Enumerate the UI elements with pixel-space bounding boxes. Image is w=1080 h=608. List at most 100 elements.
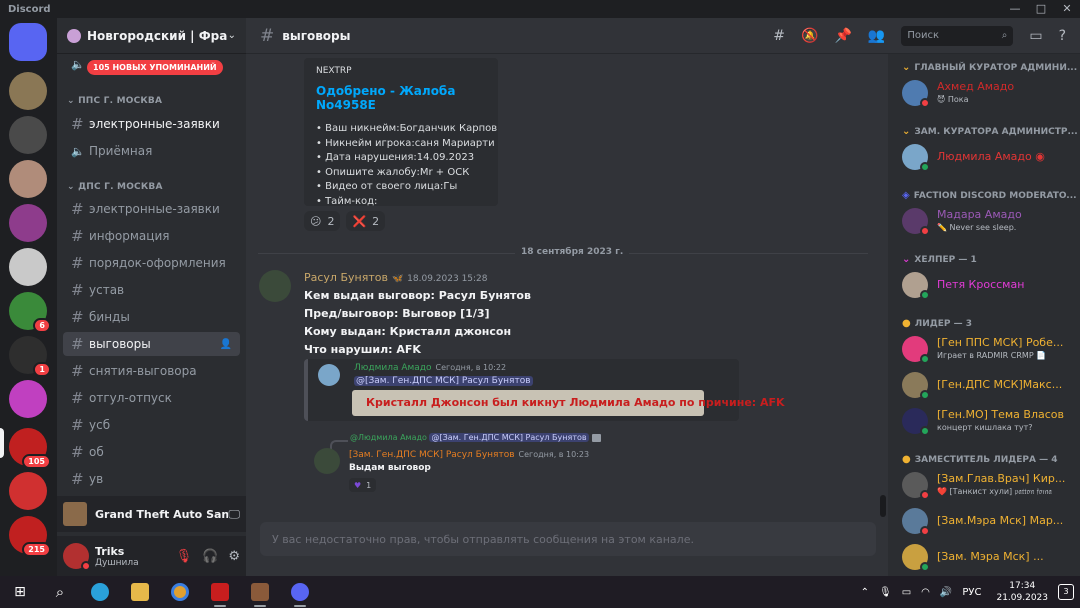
minimize-button[interactable]: — (1002, 0, 1028, 18)
member-item[interactable]: [Ген.МО] Тема Власов концерт кишлака тут? (902, 404, 1074, 438)
member-group-header: ● ЛИДЕР — 3 (902, 318, 972, 329)
battery-icon[interactable]: ▭ (902, 587, 911, 598)
member-item[interactable]: Петя Кроссман (902, 268, 1074, 302)
user-names[interactable]: Triks Душнила (95, 545, 166, 568)
server-icon[interactable] (9, 380, 47, 418)
discord-icon[interactable] (280, 576, 320, 608)
guild-header[interactable]: Новгородский | Фра... ⌄ (57, 18, 246, 54)
reply-reference[interactable]: @Людмила Амадо @[Зам. Ген.ДПС МСК] Расул… (350, 433, 601, 442)
embed-provider: NEXTRP (316, 66, 352, 76)
windows-start-icon[interactable]: ⊞ (0, 576, 40, 608)
server-icon[interactable]: 215 (9, 516, 51, 557)
channel-pps-0[interactable]: # электронные-заявки (63, 112, 240, 136)
clock-time: 17:34 (1009, 581, 1036, 591)
chrome-icon[interactable] (160, 576, 200, 608)
server-icon[interactable] (9, 160, 47, 198)
file-explorer-icon[interactable] (120, 576, 160, 608)
date-divider: 18 сентября 2023 г. (258, 247, 868, 257)
server-icon[interactable] (9, 204, 47, 242)
inbox-icon[interactable]: ▭ (1029, 28, 1042, 44)
screen-share-icon[interactable]: 🖵 (228, 507, 240, 522)
member-item[interactable]: [Ген.ДПС МСК]Макс... (902, 368, 1074, 402)
message-author[interactable]: Расул Бунятов (304, 271, 388, 284)
game-icon (63, 502, 87, 526)
channel-dps-7[interactable]: # отгул-отпуск (63, 386, 240, 410)
mute-icon[interactable]: 🎙 (176, 549, 193, 564)
new-mentions-pill[interactable]: 105 НОВЫХ УПОМИНАНИЙ (87, 60, 223, 75)
volume-icon[interactable]: 🔊 (940, 587, 952, 598)
server-icon[interactable] (9, 248, 47, 286)
user-mention[interactable]: @[Зам. Ген.ДПС МСК] Расул Бунятов (354, 376, 533, 386)
category-pps[interactable]: ⌄ ППС Г. МОСКВА (67, 96, 162, 106)
reaction-heart[interactable]: ♥ 1 (349, 478, 377, 492)
channel-dps-5[interactable]: # выговоры 👤 (63, 332, 240, 356)
clock[interactable]: 17:34 21.09.2023 (996, 580, 1048, 604)
server-icon-image (9, 72, 47, 110)
avatar[interactable] (259, 270, 291, 302)
member-item[interactable]: Людмила Амадо ◉ (902, 140, 1074, 174)
member-item[interactable]: [Зам.Мэра Мск] Мар... (902, 504, 1074, 538)
mention-badge: 1 (33, 362, 51, 377)
chat-scrollbar[interactable] (880, 495, 886, 517)
screenshot-image[interactable]: Кристалл Джонсон был кикнут Людмила Амад… (352, 390, 785, 416)
member-item[interactable]: [Ген ППС МСК] Робе... Играет в RADMIR CRM… (902, 332, 1074, 366)
reaction-cross[interactable]: ❌ 2 (346, 211, 386, 231)
notification-bell-icon[interactable]: 🔕 (801, 28, 818, 44)
member-name: Мадара Амадо (937, 208, 1022, 221)
channel-pps-1[interactable]: 🔈 Приёмная (63, 139, 240, 163)
hash-icon: # (71, 389, 84, 407)
mention-badge: 215 (22, 542, 51, 557)
channel-dps-1[interactable]: # информация (63, 224, 240, 248)
gear-icon[interactable]: ⚙ (228, 549, 240, 564)
server-icon[interactable]: 105 (9, 428, 51, 469)
discord-home-icon[interactable] (9, 23, 47, 61)
member-item[interactable]: Ахмед Амадо 😈 Пока (902, 76, 1074, 110)
close-button[interactable]: ✕ (1054, 0, 1080, 18)
avatar[interactable] (63, 543, 91, 571)
search-icon[interactable]: ⌕ (40, 576, 80, 608)
member-name: Людмила Амадо ◉ (937, 150, 1045, 163)
member-item[interactable]: [Зам. Мэра Мск] ... (902, 540, 1074, 574)
language-indicator[interactable]: РУС (962, 587, 981, 598)
microphone-icon[interactable]: 🎙 (879, 587, 892, 598)
wifi-icon[interactable]: ◠ (921, 587, 930, 598)
channel-dps-10[interactable]: # ув (63, 467, 240, 491)
server-icon[interactable] (9, 72, 47, 110)
channel-dps-9[interactable]: # об (63, 440, 240, 464)
telegram-icon[interactable] (80, 576, 120, 608)
channel-dps-2[interactable]: # порядок-оформления (63, 251, 240, 275)
gta-icon[interactable] (240, 576, 280, 608)
server-selected-indicator (0, 428, 4, 458)
server-icon[interactable] (9, 472, 47, 510)
server-icon[interactable]: 6 (9, 292, 51, 333)
channel-dps-6[interactable]: # снятия-выговора (63, 359, 240, 383)
category-dps[interactable]: ⌄ ДПС Г. МОСКВА (67, 182, 163, 192)
embed-field: • Видео от своего лица:Гы (316, 181, 458, 192)
reaction-confused[interactable]: 😕 2 (304, 211, 341, 231)
notification-center-icon[interactable]: 3 (1058, 584, 1074, 600)
embed-title[interactable]: Одобрено - Жалоба No4958E (316, 84, 486, 112)
pin-icon[interactable]: 📌 (834, 28, 851, 44)
activity-panel[interactable]: Grand Theft Auto San ... 🖵 (57, 496, 246, 532)
reaction-emoji: ❌ (352, 214, 367, 228)
channel-dps-8[interactable]: # усб (63, 413, 240, 437)
avatar[interactable] (314, 448, 340, 474)
attached-message-preview[interactable]: Людмила Амадо Сегодня, в 10:22 @[Зам. Ген… (304, 359, 785, 421)
maximize-button[interactable]: □ (1028, 0, 1054, 18)
server-icon[interactable] (9, 116, 47, 154)
invite-member-icon[interactable]: 👤 (220, 339, 232, 350)
game-launcher-icon[interactable] (200, 576, 240, 608)
threads-icon[interactable]: # (773, 28, 785, 44)
member-item[interactable]: [Зам.Глав.Врач] Кир... ❤️ [Танкист хули] … (902, 468, 1074, 502)
search-input[interactable]: Поиск ⌕ (901, 25, 1014, 46)
headphones-icon[interactable]: 🎧 (202, 549, 218, 564)
server-icon[interactable]: 1 (9, 336, 51, 377)
channel-dps-4[interactable]: # бинды (63, 305, 240, 329)
reply-author[interactable]: [Зам. Ген.ДПС МСК] Расул Бунятов (349, 450, 515, 460)
member-item[interactable]: Мадара Амадо ✏️ Never see sleep. (902, 204, 1074, 238)
chevron-up-icon[interactable]: ⌃ (861, 587, 869, 598)
channel-dps-0[interactable]: # электронные-заявки (63, 197, 240, 221)
members-icon[interactable]: 👥 (868, 28, 885, 44)
channel-dps-3[interactable]: # устав (63, 278, 240, 302)
help-icon[interactable]: ? (1059, 28, 1066, 44)
